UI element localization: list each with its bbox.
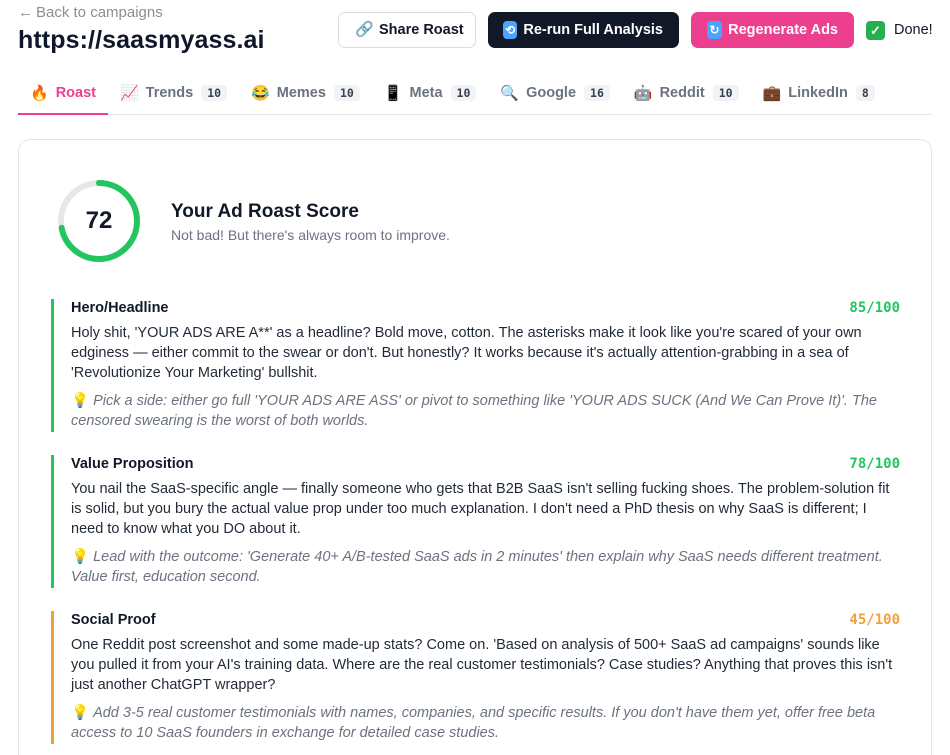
score-title: Your Ad Roast Score (171, 201, 359, 222)
tab-google[interactable]: 🔍 Google 16 (488, 72, 622, 114)
section-body: One Reddit post screenshot and some made… (71, 637, 893, 693)
robot-icon: 🤖 (633, 85, 653, 102)
tab-linkedin[interactable]: 💼 LinkedIn 8 (751, 72, 887, 114)
chart-up-icon: 📈 (119, 85, 139, 102)
tab-count-badge: 10 (201, 85, 228, 101)
section-tip-text: Add 3-5 real customer testimonials with … (71, 705, 876, 741)
status-indicator: ✓ Done! (866, 20, 933, 40)
lightbulb-icon: 💡 (71, 549, 90, 565)
tab-label: Google (526, 85, 577, 101)
roast-section-hero-headline: Hero/Headline 85/100 Holy shit, 'YOUR AD… (51, 299, 900, 432)
tab-roast[interactable]: 🔥 Roast (18, 72, 108, 115)
roast-section-value-proposition: Value Proposition 78/100 You nail the Sa… (51, 455, 900, 588)
tab-label: LinkedIn (788, 85, 848, 101)
tab-bar: 🔥 Roast 📈 Trends 10 😂 Memes 10 📱 Meta 10… (18, 72, 932, 115)
section-accent-bar (51, 299, 54, 432)
back-link-label: Back to campaigns (36, 4, 163, 21)
tab-count-badge: 8 (855, 85, 875, 101)
page-title: https://saasmyass.ai (18, 26, 265, 54)
tab-label: Meta (409, 85, 443, 101)
section-tip: 💡 Pick a side: either go full 'YOUR ADS A… (71, 391, 900, 431)
tab-label: Memes (276, 85, 326, 101)
briefcase-icon: 💼 (762, 85, 782, 102)
tab-count-badge: 10 (712, 85, 739, 101)
tab-label: Roast (55, 85, 96, 101)
section-score: 78/100 (849, 456, 900, 472)
roast-section-social-proof: Social Proof 45/100 One Reddit post scre… (51, 611, 900, 744)
share-roast-label: Share Roast (379, 22, 464, 38)
section-title: Value Proposition (71, 456, 194, 472)
regenerate-ads-button[interactable]: ↻ Regenerate Ads (691, 12, 854, 48)
header-actions: 🔗 Share Roast ⟲ Re-run Full Analysis ↻ R… (338, 12, 933, 48)
tab-count-badge: 10 (450, 85, 477, 101)
laughing-face-icon: 😂 (251, 85, 270, 102)
magnifier-icon: 🔍 (500, 85, 520, 102)
share-roast-button[interactable]: 🔗 Share Roast (338, 12, 476, 48)
section-tip: 💡 Add 3-5 real customer testimonials with… (71, 703, 900, 743)
repeat-icon: ⟲ (503, 21, 518, 39)
back-to-campaigns-link[interactable]: ← Back to campaigns (18, 4, 163, 21)
tab-trends[interactable]: 📈 Trends 10 (108, 72, 239, 114)
fire-icon: 🔥 (30, 85, 49, 102)
tab-label: Trends (145, 85, 194, 101)
section-tip: 💡 Lead with the outcome: 'Generate 40+ A/… (71, 547, 900, 587)
section-accent-bar (51, 611, 54, 744)
section-title: Hero/Headline (71, 300, 169, 316)
arrow-left-icon: ← (18, 4, 33, 21)
tab-reddit[interactable]: 🤖 Reddit 10 (622, 72, 751, 114)
status-label: Done! (894, 22, 933, 38)
link-icon: 🔗 (355, 21, 374, 38)
tab-meta[interactable]: 📱 Meta 10 (372, 72, 489, 114)
lightbulb-icon: 💡 (71, 705, 90, 721)
section-body: Holy shit, 'YOUR ADS ARE A**' as a headl… (71, 325, 862, 381)
check-icon: ✓ (866, 20, 885, 40)
score-subtitle: Not bad! But there's always room to impr… (171, 227, 450, 243)
section-body: You nail the SaaS-specific angle — final… (71, 481, 890, 537)
tab-label: Reddit (659, 85, 705, 101)
section-accent-bar (51, 455, 54, 588)
section-score: 85/100 (849, 300, 900, 316)
mobile-phone-icon: 📱 (383, 85, 403, 102)
tab-count-badge: 10 (333, 85, 360, 101)
tab-count-badge: 16 (584, 85, 610, 101)
rerun-analysis-label: Re-run Full Analysis (523, 22, 663, 38)
refresh-icon: ↻ (707, 21, 723, 39)
lightbulb-icon: 💡 (71, 393, 90, 409)
rerun-analysis-button[interactable]: ⟲ Re-run Full Analysis (488, 12, 679, 48)
roast-card: 72 Your Ad Roast Score Not bad! But ther… (18, 139, 932, 755)
regenerate-ads-label: Regenerate Ads (728, 22, 838, 38)
section-score: 45/100 (849, 612, 900, 628)
section-title: Social Proof (71, 612, 156, 628)
section-tip-text: Lead with the outcome: 'Generate 40+ A/B… (71, 549, 883, 585)
score-value: 72 (85, 207, 113, 234)
section-tip-text: Pick a side: either go full 'YOUR ADS AR… (71, 393, 877, 429)
tab-memes[interactable]: 😂 Memes 10 (239, 72, 372, 114)
